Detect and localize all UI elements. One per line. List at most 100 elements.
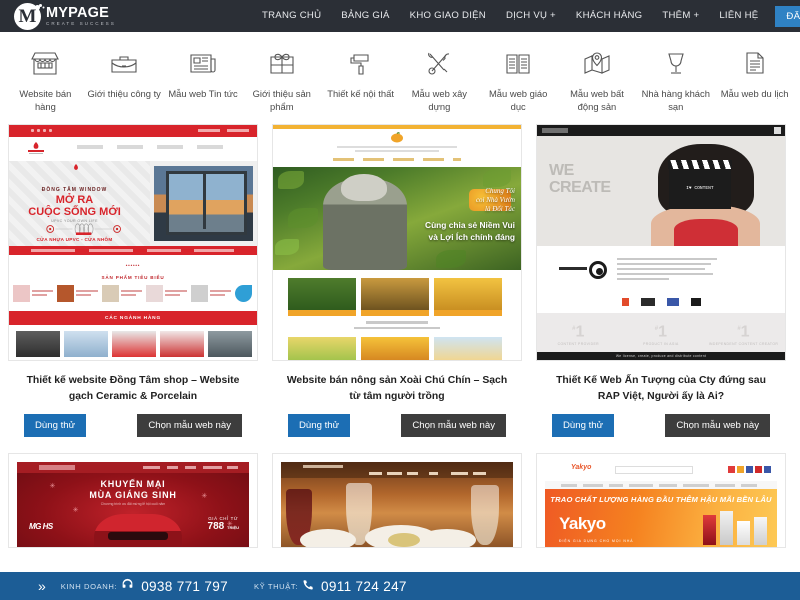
preview-hero: Chung Tôi coi Nhà Vườn là Đối Tác Cùng c…: [273, 167, 521, 270]
template-thumbnail-xoai-chu-chin[interactable]: Chung Tôi coi Nhà Vườn là Đối Tác Cùng c…: [272, 124, 522, 361]
template-thumbnail-we-create[interactable]: WE CREATE I♥ CONTENT #1 CONTENT PROVIDER…: [536, 124, 786, 361]
preview-topbar: [9, 125, 257, 137]
hotline-technical[interactable]: KỸ THUẬT: 0911 724 247: [254, 579, 407, 594]
register-button[interactable]: ĐĂNG KÝ: [775, 5, 800, 27]
template-card[interactable]: WE CREATE I♥ CONTENT #1 CONTENT PROVIDER…: [536, 124, 786, 437]
preview-hero: TRAO CHẤT LƯỢNG HÀNG ĐẦU THÊM HẬU MÃI BỀ…: [545, 489, 777, 547]
category-thiet-ke-noi-that[interactable]: Thiết kế nội thất: [321, 46, 400, 100]
nav-item-lien-he[interactable]: LIÊN HỆ: [709, 0, 768, 32]
logo-mark-icon: M: [14, 2, 41, 30]
preview-headline: WE CREATE: [549, 162, 611, 196]
category-mau-web-giao-duc[interactable]: Mẫu web giáo dục: [479, 46, 558, 113]
preview-clapperboard-icon: I♥ CONTENT: [667, 159, 732, 210]
category-label: Website bán hàng: [19, 88, 72, 112]
card-title: Website bán nông sản Xoài Chú Chín – Sạc…: [286, 375, 508, 402]
nav-item-kho-giao-dien[interactable]: KHO GIAO DIỆN: [400, 0, 496, 32]
preview-partner-logos: [537, 298, 785, 306]
preview-subline: Chương trình ưu đãi mừng lễ hội cuối năm: [100, 502, 166, 506]
category-nha-hang-khach-san[interactable]: Nhà hàng khách sạn: [636, 46, 715, 113]
category-gioi-thieu-cong-ty[interactable]: Giới thiệu công ty: [85, 46, 164, 100]
stat-number: #1: [654, 323, 667, 341]
preview-product-images: [703, 511, 767, 545]
category-label: Giới thiệu sản phẩm: [252, 88, 311, 112]
preview-header-icons: [728, 466, 771, 473]
category-label: Mẫu web giáo dục: [488, 88, 548, 112]
preview-stats: #1 CONTENT PROVIDER #1 PRODUCT IN ASIA #…: [537, 313, 785, 355]
phone-icon: [302, 579, 314, 594]
stat-number: #1: [572, 323, 585, 341]
preview-section-heading: [273, 321, 521, 332]
card-actions: Dùng thử Chọn mẫu web này: [272, 407, 522, 437]
preview-car-image: [93, 514, 182, 547]
category-mau-web-du-lich[interactable]: Mẫu web du lịch: [715, 46, 794, 100]
hotline-number[interactable]: 0938 771 797: [141, 579, 228, 594]
main-menu: TRANG CHỦ BẢNG GIÁ KHO GIAO DIỆN DỊCH VỤ…: [252, 0, 800, 32]
hotline-number[interactable]: 0911 724 247: [321, 579, 407, 594]
preview-section-1: SẢN PHẨM TIÊU BIỂU: [101, 275, 165, 280]
preview-divider-label: ••••••: [125, 263, 141, 268]
preview-brand: Yakyo: [571, 464, 592, 471]
template-card[interactable]: ✳ ✳ ✳ ✳ KHUYẾN MẠI MÙA GIÁNG SINH Chương…: [8, 453, 258, 548]
try-button[interactable]: Dùng thử: [24, 414, 87, 437]
template-thumbnail-yakyo[interactable]: Yakyo TRAO CHẤT LƯỢNG HÀNG ĐẦU THÊM HẬU …: [536, 453, 786, 548]
category-mau-web-tin-tuc[interactable]: Mẫu web Tin tức: [164, 46, 243, 100]
preview-brand-text: ĐỒNG TÂM WINDOW: [41, 187, 108, 193]
preview-product-list: [13, 285, 255, 302]
template-thumbnail-dong-tam[interactable]: ĐỒNG TÂM WINDOW MỞ RA CUỘC SỐNG MỚI UPVC…: [8, 124, 258, 361]
preview-subtitle-lines: [337, 146, 457, 152]
preview-headline-bottom: Cùng chia sẻ Niềm Vui và Lợi Ích chính đ…: [425, 220, 515, 242]
category-label: Giới thiệu công ty: [87, 88, 161, 99]
template-thumbnail-mg-christmas[interactable]: ✳ ✳ ✳ ✳ KHUYẾN MẠI MÙA GIÁNG SINH Chương…: [8, 453, 258, 548]
preview-hero: ✳ ✳ ✳ ✳ KHUYẾN MẠI MÙA GIÁNG SINH Chương…: [17, 462, 249, 547]
template-thumbnail-restaurant[interactable]: [272, 453, 522, 548]
nav-item-them[interactable]: THÊM +: [652, 0, 709, 32]
preview-brand-large: Yakyo ĐIỆN GIA DỤNG CHO MỌI NHÀ: [559, 514, 634, 543]
category-gioi-thieu-san-pham[interactable]: Giới thiệu sản phẩm: [242, 46, 321, 113]
headset-icon: [121, 578, 134, 594]
site-logo[interactable]: M MYPAGE CREATE SUCCESS: [14, 2, 116, 30]
preview-paragraph-lines: [617, 258, 717, 283]
stat-caption: CONTENT PROVIDER: [557, 342, 599, 347]
preview-footline: CỬA NHỰA UPVC - CỬA NHÔM: [36, 237, 113, 242]
open-book-icon: [503, 46, 533, 80]
hotline-sales[interactable]: KINH DOANH: 0938 771 797: [61, 578, 228, 594]
preview-nav: [281, 462, 513, 478]
preview-contact-strip: [9, 246, 257, 255]
stat-caption: PRODUCT IN ASIA: [643, 342, 679, 347]
template-card[interactable]: ĐỒNG TÂM WINDOW MỞ RA CUỘC SỐNG MỚI UPVC…: [8, 124, 258, 437]
nav-item-bang-gia[interactable]: BẢNG GIÁ: [331, 0, 399, 32]
paint-roller-icon: [346, 46, 376, 80]
template-grid-row-1: ĐỒNG TÂM WINDOW MỞ RA CUỘC SỐNG MỚI UPVC…: [0, 124, 800, 437]
category-icon-row: Website bán hàng Giới thiệu công ty Mẫu …: [0, 32, 800, 124]
preview-brand-logo-icon: [391, 132, 403, 143]
try-button[interactable]: Dùng thử: [552, 414, 615, 437]
preview-brand: MG HS: [29, 522, 53, 531]
preview-menu-items: [333, 158, 461, 161]
storefront-icon: [30, 46, 60, 80]
preview-headline: MỞ RA CUỘC SỐNG MỚI: [28, 194, 121, 218]
category-label: Thiết kế nội thất: [327, 88, 394, 99]
stat-number: #1: [737, 323, 750, 341]
product-box-icon: [267, 46, 297, 80]
choose-template-button[interactable]: Chọn mẫu web này: [137, 414, 242, 437]
template-card[interactable]: Yakyo TRAO CHẤT LƯỢNG HÀNG ĐẦU THÊM HẬU …: [536, 453, 786, 548]
category-mau-web-bat-dong-san[interactable]: Mẫu web bất động sản: [558, 46, 637, 113]
wine-glass-icon: [661, 46, 691, 80]
nav-item-dich-vu[interactable]: DỊCH VỤ +: [496, 0, 566, 32]
newspaper-icon: [188, 46, 218, 80]
choose-template-button[interactable]: Chọn mẫu web này: [665, 414, 770, 437]
preview-hero: WE CREATE I♥ CONTENT: [537, 136, 785, 246]
template-card[interactable]: [272, 453, 522, 548]
briefcase-icon: [109, 46, 139, 80]
card-actions: Dùng thử Chọn mẫu web này: [536, 407, 786, 437]
category-mau-web-xay-dung[interactable]: Mẫu web xây dựng: [400, 46, 479, 113]
nav-item-khach-hang[interactable]: KHÁCH HÀNG: [566, 0, 652, 32]
template-card[interactable]: Chung Tôi coi Nhà Vườn là Đối Tác Cùng c…: [272, 124, 522, 437]
nav-item-trang-chu[interactable]: TRANG CHỦ: [252, 0, 331, 32]
choose-template-button[interactable]: Chọn mẫu web này: [401, 414, 506, 437]
category-label: Mẫu web du lịch: [720, 88, 789, 99]
category-website-ban-hang[interactable]: Website bán hàng: [6, 46, 85, 113]
try-button[interactable]: Dùng thử: [288, 414, 351, 437]
preview-logo-text: [559, 267, 587, 270]
document-icon: [740, 46, 770, 80]
